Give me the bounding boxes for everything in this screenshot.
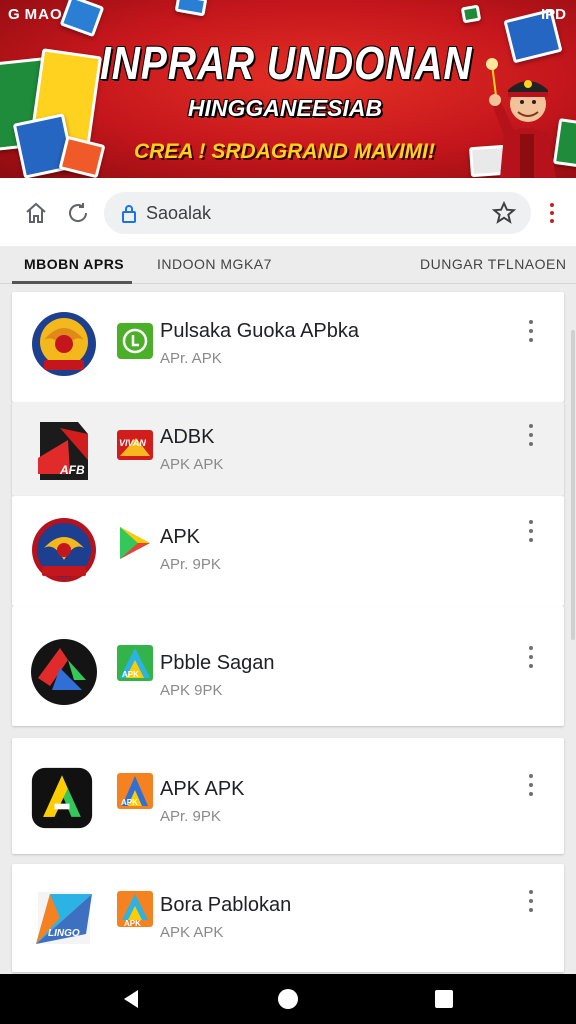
list-item[interactable]: APK APK APK APr. 9PK: [12, 738, 564, 854]
home-icon[interactable]: [23, 200, 49, 226]
afb-box-logo: AFB: [38, 422, 88, 480]
banner-subtitle: HINGGANEESIAB: [187, 95, 383, 121]
banner-corner-text-right: IPD: [540, 6, 566, 23]
orange-triangle-icon: APK: [117, 773, 153, 809]
letter-a-logo: [31, 767, 93, 829]
promo-banner[interactable]: G MAO IPD INPRAR UNDONAN HINGGANEESIAB C…: [0, 0, 576, 178]
black-circle-logo: [31, 639, 97, 705]
more-options-icon[interactable]: [524, 424, 538, 446]
category-tabs: MBOBN APRS INDOON MGKA7 DUNGAR TFLNAOEN: [0, 246, 576, 284]
app-subtitle: APK APK: [160, 924, 224, 941]
tab-mbobn-aprs[interactable]: MBOBN APRS: [24, 256, 124, 272]
app-subtitle: APr. APK: [160, 350, 222, 367]
apk-green-icon: APK: [117, 645, 153, 681]
app-name: Pulsaka Guoka APbka: [160, 320, 360, 342]
app-name: APK APK: [160, 778, 245, 800]
lingo-logo-text: LINGO: [48, 928, 80, 939]
list-item[interactable]: APK APr. 9PK: [12, 496, 564, 606]
active-tab-indicator: [12, 281, 132, 284]
list-item[interactable]: Pulsaka Guoka APbka APr. APK: [12, 292, 564, 402]
address-bar[interactable]: Saoalak: [104, 192, 531, 234]
list-item[interactable]: LINGO APK Bora Pablokan APK APK: [12, 864, 564, 972]
app-name: Bora Pablokan: [160, 894, 292, 916]
star-icon[interactable]: [491, 200, 517, 226]
tab-dungar-tflnaoen[interactable]: DUNGAR TFLNAOEN: [420, 256, 566, 272]
banner-card: [59, 0, 105, 38]
more-options-icon[interactable]: [524, 646, 538, 668]
apk-icon-text: APK: [121, 798, 138, 807]
app-subtitle: APr. 9PK: [160, 556, 221, 573]
afb-logo-text: AFB: [59, 463, 85, 477]
banner-card: [58, 135, 106, 178]
banner-corner-text-left: G MAO: [8, 6, 63, 23]
reload-icon[interactable]: [65, 200, 91, 226]
banner-title: INPRAR UNDONAN: [100, 37, 473, 89]
app-subtitle: APr. 9PK: [160, 808, 221, 825]
more-options-icon[interactable]: [524, 520, 538, 542]
list-item[interactable]: AFB VIVAN ADBK APK APK: [12, 402, 564, 496]
app-subtitle: APK APK: [160, 456, 224, 473]
app-subtitle: APK 9PK: [160, 682, 223, 699]
home-circle-icon[interactable]: [277, 988, 299, 1010]
blue-triangle-logo: LINGO: [36, 892, 92, 944]
more-options-icon[interactable]: [524, 774, 538, 796]
vivan-icon-text: VIVAN: [119, 438, 146, 448]
more-options-icon[interactable]: [524, 890, 538, 912]
app-name: APK: [160, 526, 201, 548]
apk-icon-text: APK: [124, 919, 141, 928]
app-name: ADBK: [160, 426, 215, 448]
banner-card: [174, 0, 208, 17]
system-navigation-bar: [0, 974, 576, 1024]
green-circle-icon: [117, 323, 153, 359]
banner-card: [460, 4, 482, 24]
garuda-badge-logo: [32, 518, 96, 582]
recents-square-icon[interactable]: [433, 988, 455, 1010]
more-options-icon[interactable]: [524, 320, 538, 342]
app-name: Pbble Sagan: [160, 652, 275, 674]
red-brand-icon: VIVAN: [117, 430, 153, 460]
play-triangle-icon: [120, 527, 150, 559]
back-icon[interactable]: [121, 988, 143, 1010]
scrollbar[interactable]: [571, 330, 575, 640]
browser-toolbar: Saoalak: [0, 178, 576, 246]
apk-icon-text: APK: [122, 670, 139, 679]
banner-tagline: CREA ! SRDAGRAND MAVIMI!: [134, 140, 435, 163]
police-mascot-icon: [486, 58, 556, 178]
tab-indoon-mgka7[interactable]: INDOON MGKA7: [157, 256, 272, 272]
lock-icon: [122, 205, 136, 223]
list-item[interactable]: APK Pbble Sagan APK 9PK: [12, 606, 564, 726]
garuda-emblem-logo: [32, 312, 96, 376]
kebab-menu-icon[interactable]: [546, 200, 558, 226]
orange-apk-icon: APK: [117, 891, 153, 928]
url-text: Saoalak: [146, 203, 212, 223]
